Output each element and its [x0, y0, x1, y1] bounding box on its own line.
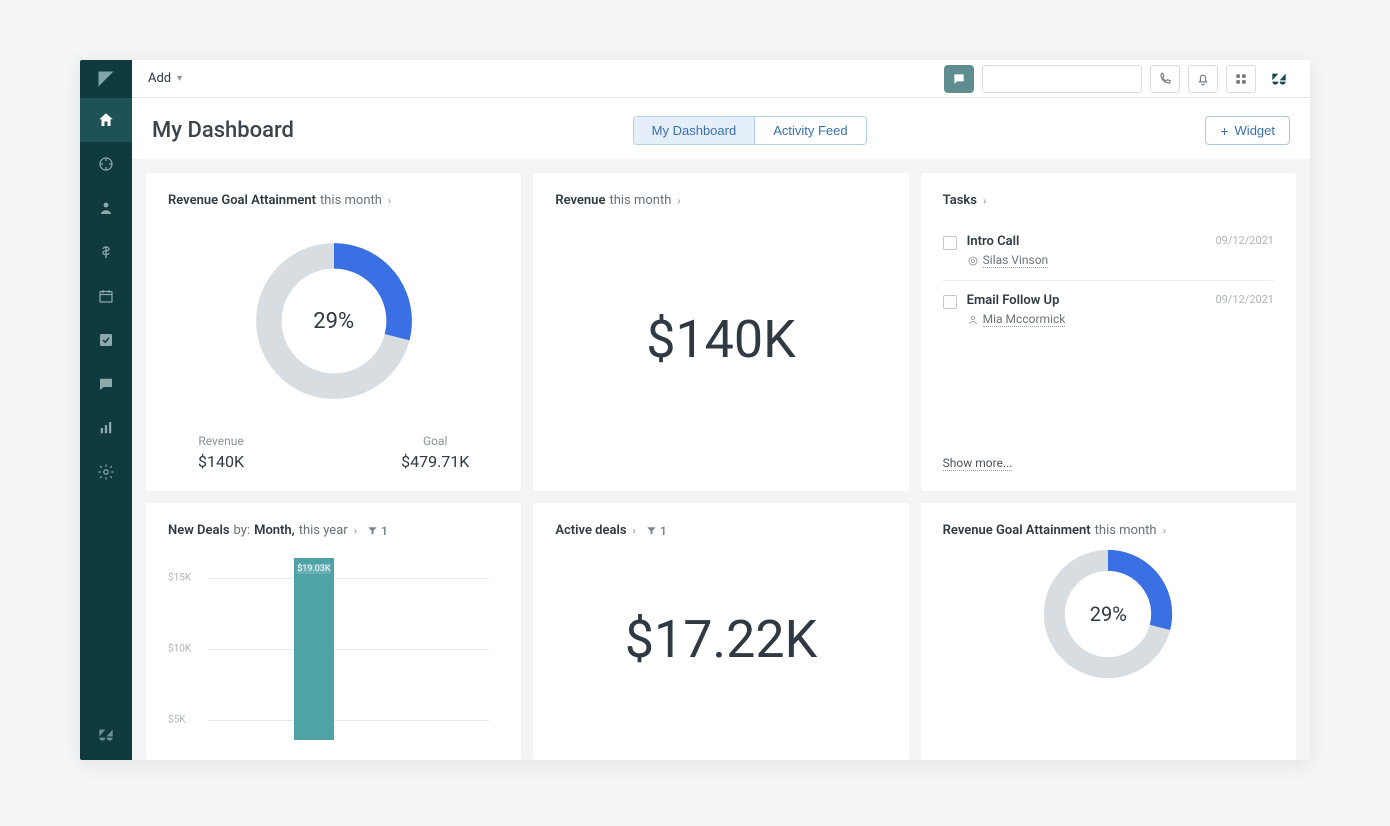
- nav-home[interactable]: [80, 98, 132, 142]
- card-title[interactable]: Revenue Goal Attainment this month ›: [168, 193, 499, 208]
- phone-button[interactable]: [1150, 65, 1180, 93]
- donut-legend: Revenue $140K Goal $479.71K: [168, 434, 499, 471]
- task-row: Intro Call Silas Vinson 09/12/2021: [943, 222, 1274, 280]
- task-date: 09/12/2021: [1215, 234, 1274, 247]
- task-contact[interactable]: Silas Vinson: [983, 253, 1049, 268]
- nav-deals[interactable]: [80, 230, 132, 274]
- plus-icon: +: [1220, 124, 1228, 138]
- card-revenue-goal-attainment: Revenue Goal Attainment this month › 29%: [146, 173, 521, 491]
- person-icon: [967, 314, 979, 326]
- filter-icon: [646, 525, 657, 536]
- page-title: My Dashboard: [152, 118, 294, 143]
- add-widget-button[interactable]: + Widget: [1205, 116, 1290, 145]
- task-checkbox[interactable]: [943, 236, 957, 250]
- card-title[interactable]: Revenue this month ›: [555, 193, 886, 208]
- zendesk-brand-icon: [1264, 65, 1294, 93]
- card-title[interactable]: Tasks ›: [943, 193, 1274, 208]
- search-box[interactable]: [982, 65, 1142, 93]
- card-active-deals: Active deals › 1 $17.22K: [533, 503, 908, 760]
- nav-reports[interactable]: [80, 406, 132, 450]
- task-checkbox[interactable]: [943, 295, 957, 309]
- chat-button[interactable]: [944, 65, 974, 93]
- filter-indicator[interactable]: 1: [367, 524, 388, 538]
- topbar: Add ▾: [132, 60, 1310, 98]
- task-row: Email Follow Up Mia Mccormick 09/12/2021: [943, 280, 1274, 339]
- app-window: Add ▾ My: [80, 60, 1310, 760]
- filter-indicator[interactable]: 1: [646, 524, 667, 538]
- target-icon: [967, 255, 979, 267]
- chevron-right-icon: ›: [633, 524, 636, 537]
- nav-calendar[interactable]: [80, 274, 132, 318]
- bar-value-label: $19.03K: [297, 564, 330, 574]
- donut-percent: 29%: [249, 236, 419, 406]
- card-revenue: Revenue this month › $140K: [533, 173, 908, 491]
- bar: $19.03K: [294, 558, 334, 740]
- chevron-right-icon: ›: [1163, 524, 1166, 537]
- chevron-right-icon: ›: [983, 194, 986, 207]
- search-input[interactable]: [991, 72, 1146, 86]
- card-tasks: Tasks › Intro Call Silas Vinson 0: [921, 173, 1296, 491]
- donut-percent: 29%: [1038, 544, 1178, 684]
- nav-contacts[interactable]: [80, 186, 132, 230]
- task-name: Email Follow Up: [967, 293, 1206, 308]
- card-title[interactable]: Revenue Goal Attainment this month ›: [943, 523, 1274, 538]
- add-menu[interactable]: Add ▾: [148, 71, 182, 86]
- chevron-down-icon: ▾: [177, 73, 182, 84]
- chevron-right-icon: ›: [354, 524, 357, 537]
- revenue-value: $140K: [555, 208, 886, 471]
- tab-my-dashboard[interactable]: My Dashboard: [634, 117, 755, 144]
- page-header: My Dashboard My Dashboard Activity Feed …: [132, 98, 1310, 159]
- tasks-list: Intro Call Silas Vinson 09/12/2021 Email…: [943, 222, 1274, 456]
- notifications-button[interactable]: [1188, 65, 1218, 93]
- apps-button[interactable]: [1226, 65, 1256, 93]
- card-title[interactable]: New Deals by: Month, this year › 1: [168, 523, 499, 538]
- nav-rail: [80, 60, 132, 760]
- donut-chart: 29%: [1038, 544, 1178, 684]
- chevron-right-icon: ›: [677, 194, 680, 207]
- zendesk-icon: [80, 710, 132, 760]
- view-segmented-control: My Dashboard Activity Feed: [633, 116, 867, 145]
- active-deals-value: $17.22K: [555, 538, 886, 740]
- nav-tasks[interactable]: [80, 318, 132, 362]
- nav-settings[interactable]: [80, 450, 132, 494]
- task-date: 09/12/2021: [1215, 293, 1274, 306]
- bar-chart: $15K $10K $5K $19.03K: [168, 538, 499, 740]
- nav-comms[interactable]: [80, 362, 132, 406]
- nav-leads[interactable]: [80, 142, 132, 186]
- task-contact[interactable]: Mia Mccormick: [983, 312, 1066, 327]
- tab-activity-feed[interactable]: Activity Feed: [754, 117, 865, 144]
- show-more-link[interactable]: Show more...: [943, 456, 1013, 471]
- product-logo: [80, 60, 132, 98]
- add-label: Add: [148, 71, 171, 86]
- widget-label: Widget: [1235, 123, 1275, 138]
- dashboard-grid: Revenue Goal Attainment this month › 29%: [132, 159, 1310, 760]
- donut-chart: 29%: [249, 236, 419, 406]
- main-area: Add ▾ My: [132, 60, 1310, 760]
- chevron-right-icon: ›: [388, 194, 391, 207]
- card-revenue-goal-attainment-2: Revenue Goal Attainment this month › 29%: [921, 503, 1296, 760]
- card-new-deals: New Deals by: Month, this year › 1 $15K …: [146, 503, 521, 760]
- task-name: Intro Call: [967, 234, 1206, 249]
- filter-icon: [367, 525, 378, 536]
- card-title[interactable]: Active deals › 1: [555, 523, 886, 538]
